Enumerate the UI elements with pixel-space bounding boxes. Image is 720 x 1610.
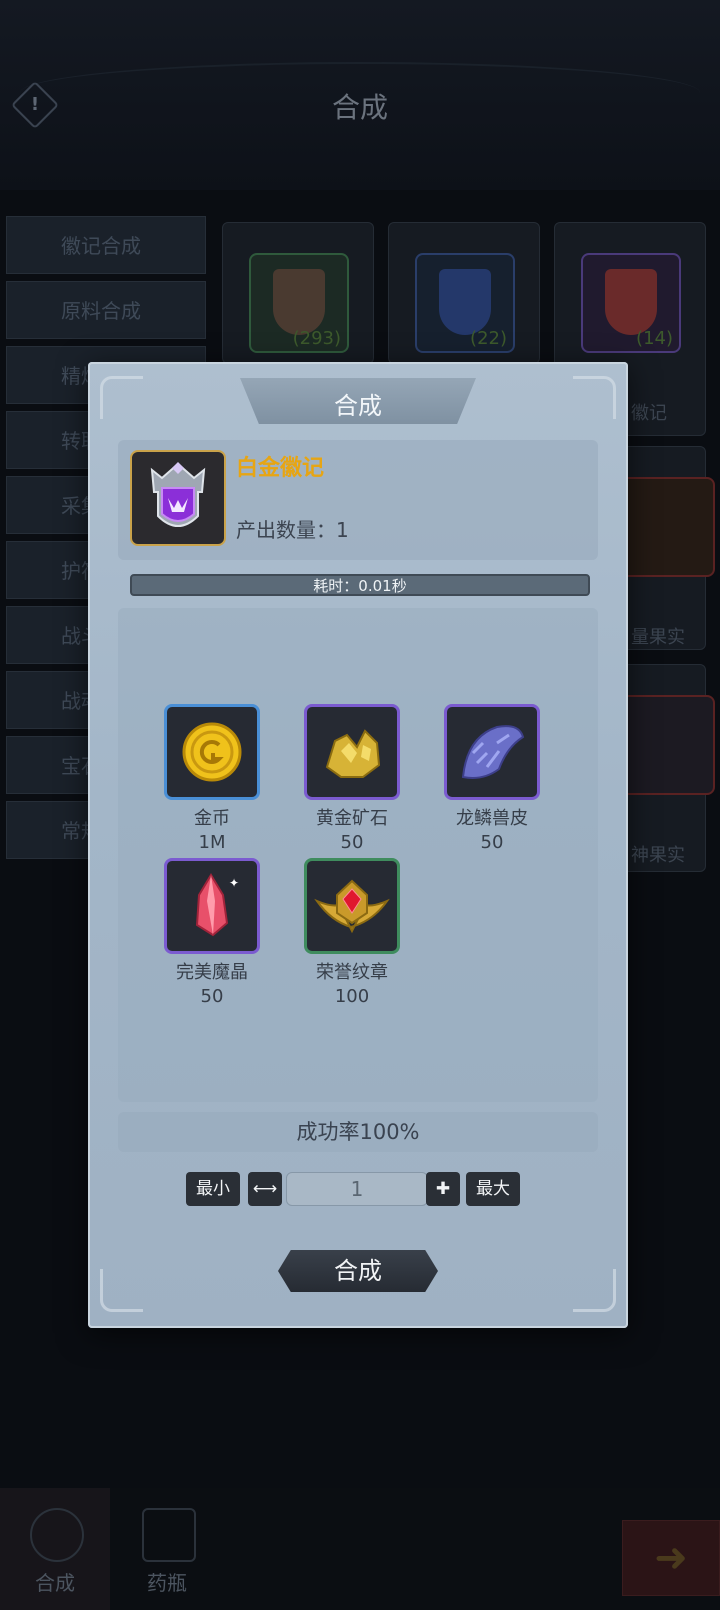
- success-rate: 成功率100%: [118, 1112, 598, 1152]
- sidebar-item-material-synthesis[interactable]: 原料合成: [6, 281, 206, 339]
- time-progress-bar: 耗时：0.01秒: [130, 574, 590, 596]
- recipe-slot: [615, 695, 715, 795]
- material-name: 龙鳞兽皮: [456, 808, 528, 829]
- recipe-label: 量果实: [631, 627, 685, 648]
- next-arrow-button[interactable]: ➜: [622, 1520, 720, 1596]
- perfect-magic-crystal-icon: ✦: [164, 858, 260, 954]
- top-bar: ! 合成: [0, 0, 720, 190]
- material-item[interactable]: 龙鳞兽皮 50: [442, 704, 542, 853]
- min-button[interactable]: 最小: [186, 1172, 240, 1206]
- time-cost: 耗时：0.01秒: [313, 577, 407, 595]
- tab-synthesis[interactable]: 合成: [0, 1488, 110, 1610]
- gold-coin-icon: [164, 704, 260, 800]
- arrow-right-icon: ➜: [654, 1535, 688, 1581]
- potion-icon: [142, 1508, 196, 1562]
- gold-ore-icon: [304, 704, 400, 800]
- recipe-label: 徽记: [631, 403, 667, 424]
- platinum-emblem-icon[interactable]: [130, 450, 226, 546]
- product-panel: 白金徽记 产出数量：1: [118, 440, 598, 560]
- dialog-title: 合成: [334, 392, 382, 420]
- increase-button[interactable]: ✚: [426, 1172, 460, 1206]
- sidebar-item-emblem-synthesis[interactable]: 徽记合成: [6, 216, 206, 274]
- recipe-slot: (22): [415, 253, 515, 353]
- minus-icon: ⟷: [252, 1179, 278, 1199]
- synthesis-icon: [30, 1508, 84, 1562]
- product-name: 白金徽记: [236, 456, 325, 481]
- material-item[interactable]: ✦ 完美魔晶 50: [162, 858, 262, 1007]
- page-title: 合成: [331, 91, 388, 124]
- dragon-scale-hide-icon: [444, 704, 540, 800]
- recipe-slot: (293): [249, 253, 349, 353]
- synthesis-dialog: 合成 白金徽记 产出数量：1 耗时：0.01秒 金币 1M 黄金矿石 50 龙鳞…: [88, 362, 628, 1328]
- material-name: 完美魔晶: [176, 962, 248, 983]
- recipe-card[interactable]: (22): [388, 222, 540, 364]
- craft-button[interactable]: 合成: [278, 1250, 438, 1292]
- svg-text:✦: ✦: [229, 876, 239, 890]
- shield-icon: [273, 269, 325, 335]
- shield-icon: [605, 269, 657, 335]
- output-quantity: 产出数量：1: [236, 518, 349, 542]
- quantity-input[interactable]: 1: [286, 1172, 428, 1206]
- honor-badge-icon: [304, 858, 400, 954]
- item-count: (293): [292, 328, 341, 349]
- material-quantity: 50: [340, 832, 364, 853]
- material-item[interactable]: 黄金矿石 50: [302, 704, 402, 853]
- material-quantity: 50: [480, 832, 504, 853]
- material-item[interactable]: 荣誉纹章 100: [302, 858, 402, 1007]
- material-quantity: 100: [334, 986, 370, 1007]
- corner-ornament: [573, 1269, 616, 1312]
- max-button[interactable]: 最大: [466, 1172, 520, 1206]
- shield-icon: [439, 269, 491, 335]
- item-count: (14): [636, 328, 673, 349]
- plus-icon: ✚: [435, 1179, 451, 1199]
- material-item[interactable]: 金币 1M: [162, 704, 262, 853]
- recipe-slot: [615, 477, 715, 577]
- material-quantity: 1M: [198, 832, 226, 853]
- material-name: 黄金矿石: [316, 808, 388, 829]
- decrease-button[interactable]: ⟷: [248, 1172, 282, 1206]
- item-count: (22): [470, 328, 507, 349]
- material-name: 荣誉纹章: [316, 962, 388, 983]
- materials-panel: 金币 1M 黄金矿石 50 龙鳞兽皮 50 ✦ 完美魔晶 50 荣誉纹章 100: [118, 608, 598, 1102]
- material-quantity: 50: [200, 986, 224, 1007]
- tab-label: 合成: [35, 1571, 75, 1595]
- corner-ornament: [100, 1269, 143, 1312]
- bottom-nav: 合成 药瓶: [0, 1488, 720, 1610]
- recipe-slot: (14): [581, 253, 681, 353]
- material-name: 金币: [194, 808, 230, 829]
- recipe-card[interactable]: (293): [222, 222, 374, 364]
- tab-potion[interactable]: 药瓶: [112, 1488, 222, 1610]
- recipe-label: 神果实: [631, 845, 685, 866]
- tab-label: 药瓶: [147, 1571, 187, 1595]
